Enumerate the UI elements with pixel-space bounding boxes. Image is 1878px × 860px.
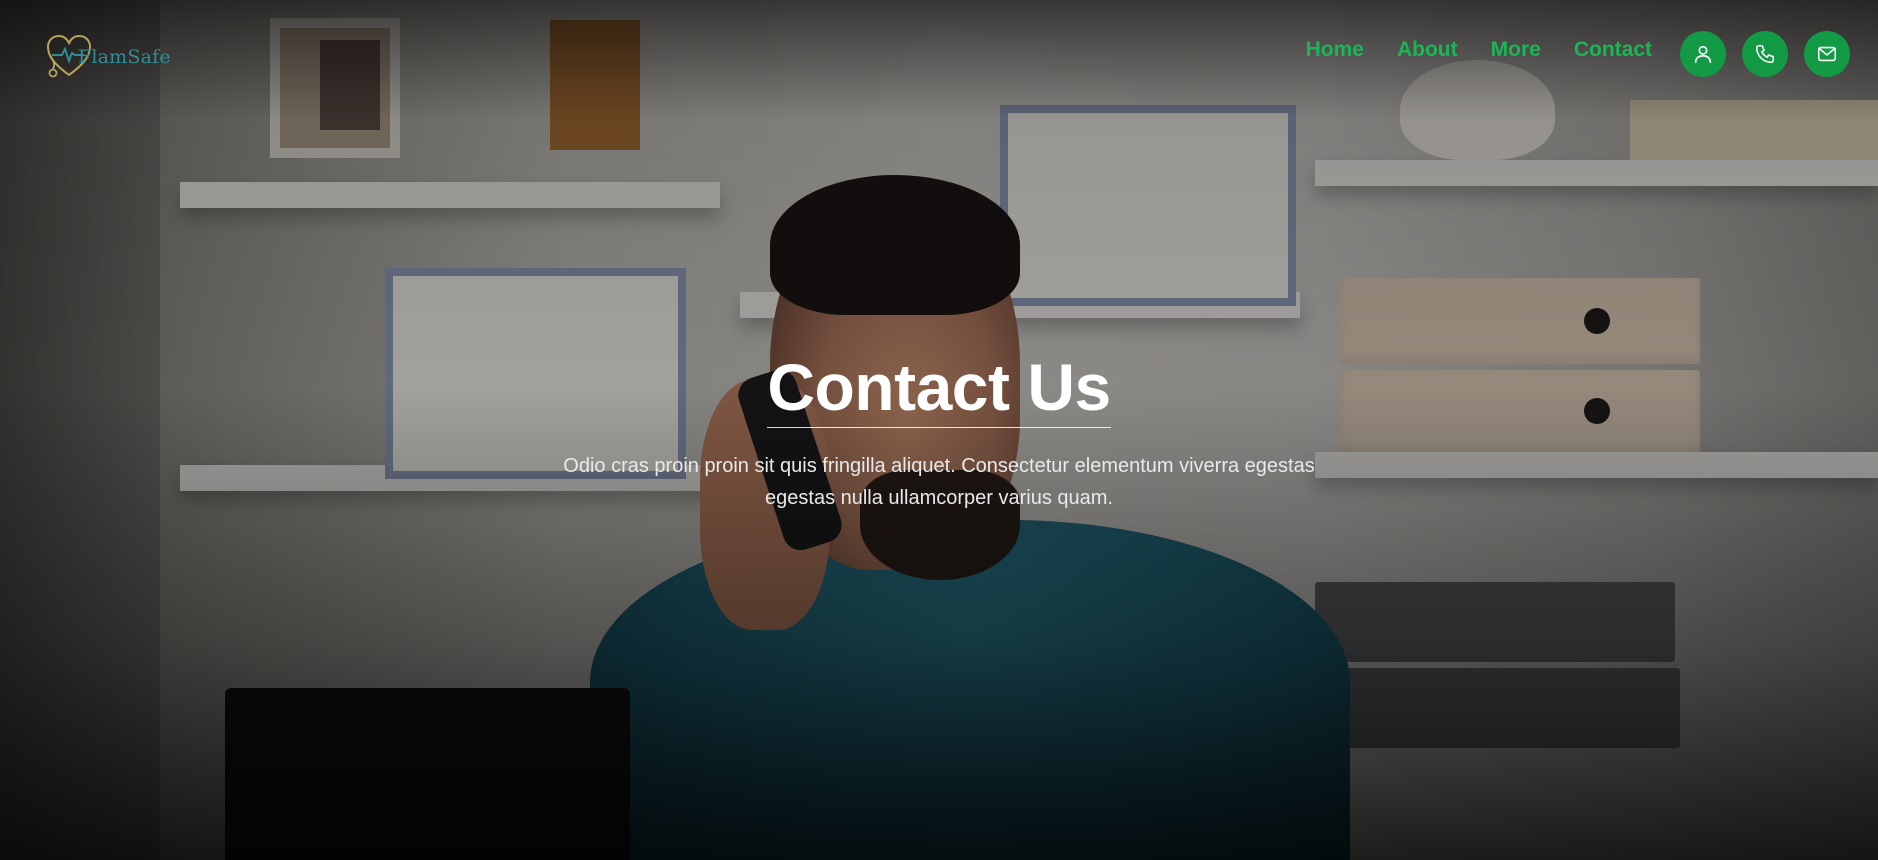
user-icon	[1694, 45, 1712, 64]
main-nav: Home About More Contact	[1306, 38, 1652, 62]
phone-icon	[1755, 44, 1775, 64]
logo-text: FlamSafe	[78, 46, 171, 68]
logo[interactable]: FlamSafe	[44, 30, 184, 82]
mail-icon	[1817, 46, 1837, 62]
nav-more[interactable]: More	[1491, 38, 1541, 62]
site-header: FlamSafe Home About More Contact	[0, 0, 1878, 110]
hero-section: FlamSafe Home About More Contact Contact…	[0, 0, 1878, 860]
account-button[interactable]	[1680, 31, 1726, 77]
header-icon-buttons	[1680, 31, 1850, 77]
page-title: Contact Us	[767, 351, 1111, 429]
hero-description: Odio cras proin proin sit quis fringilla…	[563, 455, 1315, 510]
nav-contact[interactable]: Contact	[1574, 38, 1652, 62]
nav-about[interactable]: About	[1397, 38, 1458, 62]
mail-button[interactable]	[1804, 31, 1850, 77]
nav-home[interactable]: Home	[1306, 38, 1364, 62]
hero-content: Contact Us Odio cras proin proin sit qui…	[0, 351, 1878, 514]
phone-button[interactable]	[1742, 31, 1788, 77]
